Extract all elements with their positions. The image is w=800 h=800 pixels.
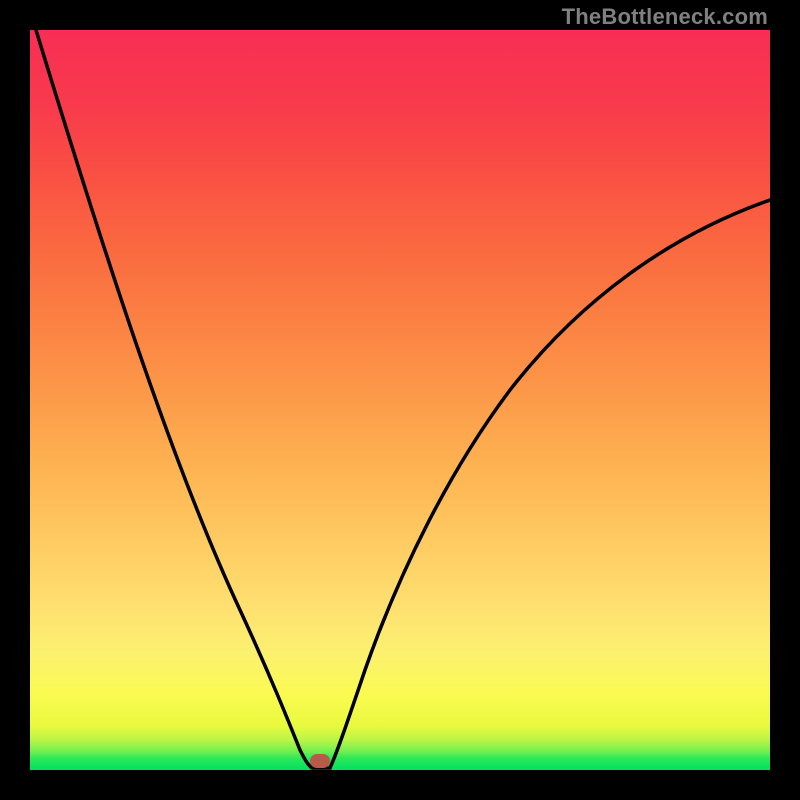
minimum-marker	[310, 754, 330, 768]
right-curve	[330, 200, 770, 768]
left-curve	[36, 30, 330, 768]
chart-frame: TheBottleneck.com	[0, 0, 800, 800]
plot-area	[30, 30, 770, 770]
watermark-text: TheBottleneck.com	[562, 4, 768, 30]
curve-svg	[30, 30, 770, 770]
